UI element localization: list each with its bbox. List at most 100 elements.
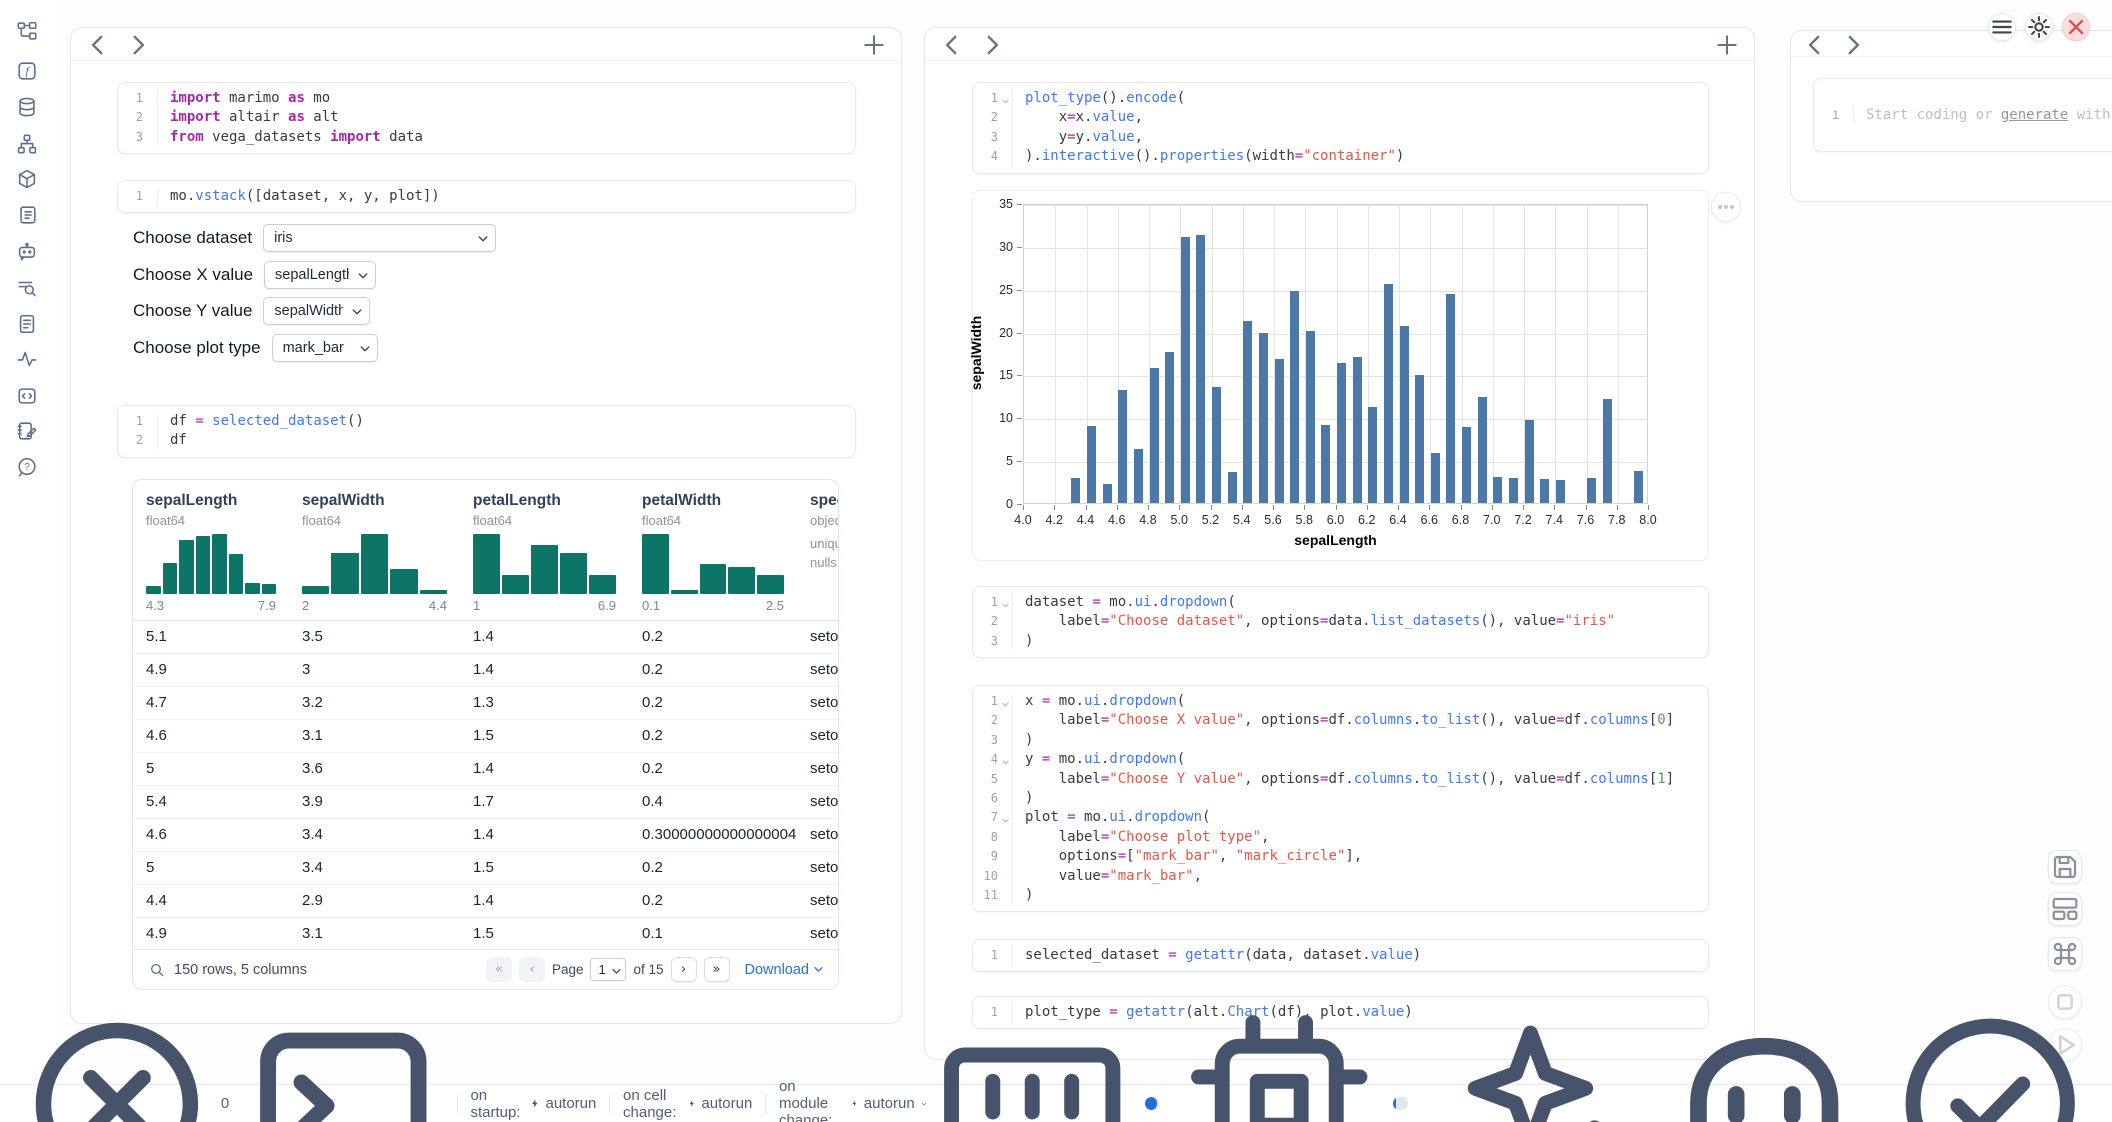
fold-toggle-icon[interactable] [1001,754,1010,763]
code-line: 2 label="Choose dataset", options=data.l… [973,612,1708,631]
fold-toggle-icon[interactable] [1001,696,1010,705]
table-cell: setosa [810,621,838,653]
table-row[interactable]: 53.61.40.2setosa [133,753,838,786]
table-cell: 4.9 [146,654,302,686]
sidebar-item-file-tree[interactable] [13,17,40,44]
column-scroll-left-button[interactable] [1802,32,1828,58]
column-header-petalLength[interactable]: petalLengthfloat6416.9 [473,480,642,620]
connection-status-icon[interactable] [1885,998,2095,1122]
code-cell-dataset[interactable]: 1dataset = mo.ui.dropdown(2 label="Choos… [972,586,1709,658]
gridline [1555,205,1556,503]
column-scroll-left-button[interactable] [85,32,111,58]
table-row[interactable]: 4.63.41.40.30000000000000004setosa [133,819,838,852]
sidebar-item-packages[interactable] [13,165,40,192]
table-row[interactable]: 4.63.11.50.2setosa [133,720,838,753]
dropdown-choose-plot-type: mark_bar [272,334,378,362]
save-button[interactable] [2048,850,2082,884]
column-header-sepalLength[interactable]: sepalLengthfloat644.37.9 [146,480,302,620]
chart-bar [1071,478,1080,503]
code-cell-selected-dataset[interactable]: 1selected_dataset = getattr(data, datase… [972,939,1709,972]
memory-usage-meter[interactable] [1145,1097,1159,1110]
sidebar-item-function[interactable]: f [13,57,40,84]
histogram-bar [671,590,698,594]
sidebar-item-tracing[interactable] [13,345,40,372]
sidebar-item-scroll[interactable] [13,201,40,228]
dropdown-select[interactable]: iris [263,224,496,252]
download-button[interactable]: Download [745,962,825,978]
table-row[interactable]: 4.931.40.2setosa [133,654,838,687]
table-cell: 4.7 [146,687,302,719]
errors-indicator[interactable]: 0 [19,1006,229,1122]
add-cell-button[interactable] [1714,32,1740,58]
dropdown-select[interactable]: mark_bar [272,334,378,362]
table-row[interactable]: 53.41.50.2setosa [133,852,838,885]
table-row[interactable]: 4.73.21.30.2setosa [133,687,838,720]
table-row[interactable]: 4.93.11.50.1setosa [133,918,838,951]
copilot-button[interactable] [1659,998,1869,1122]
column-scroll-right-button[interactable] [1840,32,1866,58]
next-page-button[interactable]: › [671,957,697,982]
column-scroll-left-button[interactable] [939,32,965,58]
runtime-setting-1[interactable]: on startup:autorun [470,1087,596,1121]
settings-button[interactable] [2025,13,2053,41]
ai-sparkles-button[interactable] [1434,998,1644,1122]
fold-toggle-icon[interactable] [1001,597,1010,606]
shutdown-button[interactable] [2062,13,2090,41]
terminal-button[interactable] [243,1003,444,1122]
search-icon[interactable] [149,962,165,978]
bar-chart[interactable] [1023,204,1648,504]
table-row[interactable]: 5.13.51.40.2setosa [133,621,838,654]
page-select[interactable]: 1 [590,958,626,981]
chart-bar [1181,237,1190,503]
sidebar-item-documentation[interactable] [13,310,40,337]
sidebar-item-scratchpad[interactable] [13,417,40,444]
column-header-species[interactable]: speciesobjectuniquenulls: [810,480,838,620]
setting-value: autorun [701,1095,752,1112]
chart-bar [1415,375,1424,503]
code-text: label="Choose dataset", options=data.lis… [1013,612,1615,631]
x-tick-label: 7.4 [1546,513,1563,527]
sidebar-item-snippets[interactable] [13,382,40,409]
code-cell-xyplot[interactable]: 1x = mo.ui.dropdown(2 label="Choose X va… [972,685,1709,912]
runtime-setting-2[interactable]: on cell change:autorun [623,1087,752,1121]
sidebar-item-help[interactable]: ? [13,453,40,480]
fold-toggle-icon[interactable] [1001,812,1010,821]
first-page-button[interactable]: « [486,957,512,982]
histogram-bar [531,545,558,594]
column-scroll-right-button[interactable] [979,32,1005,58]
code-cell-plot[interactable]: 1plot_type().encode(2 x=x.value,3 y=y.va… [972,82,1709,174]
empty-code-cell[interactable]: 1 Start coding or generate with AI [1813,78,2112,152]
column-scroll-right-button[interactable] [125,32,151,58]
table-row[interactable]: 5.43.91.70.4setosa [133,786,838,819]
notebook-menu-button[interactable] [1988,13,2016,41]
column-header-sepalWidth[interactable]: sepalWidthfloat6424.4 [302,480,473,620]
runtime-setting-3[interactable]: on module change:autorun [779,1078,927,1122]
histogram-bar [196,536,211,594]
prev-page-button[interactable]: ‹ [519,957,545,982]
dropdown-select[interactable]: sepalWidth [263,297,370,325]
layout-toggle-button[interactable] [2048,892,2082,926]
code-line: 4).interactive().properties(width="conta… [973,147,1708,166]
cpu-usage-meter[interactable] [1393,1097,1408,1110]
x-tick-label: 6.8 [1452,513,1469,527]
axis-tick [1586,505,1587,510]
y-tick-label: 30 [983,240,1013,254]
table-cell: 3.4 [302,819,473,851]
generate-with-ai-link[interactable]: generate [2001,107,2068,123]
chart-menu-button[interactable] [1711,192,1741,222]
code-cell-df[interactable]: 1df = selected_dataset()2df [117,405,856,458]
code-cell-vstack[interactable]: 1mo.vstack([dataset, x, y, plot]) [117,180,856,213]
sidebar-item-chat-bot[interactable] [13,238,40,265]
sidebar-item-database[interactable] [13,93,40,120]
code-cell-imports[interactable]: 1import marimo as mo2import altair as al… [117,82,856,154]
dropdown-select[interactable]: sepalLength [264,261,376,289]
last-page-button[interactable]: » [704,957,730,982]
add-cell-button[interactable] [861,32,887,58]
column-header-petalWidth[interactable]: petalWidthfloat640.12.5 [642,480,810,620]
histogram-bar [146,586,161,594]
fold-toggle-icon[interactable] [1001,93,1010,102]
command-palette-button[interactable] [2048,937,2082,971]
table-row[interactable]: 4.42.91.40.2setosa [133,885,838,918]
sidebar-item-dependency-graph[interactable] [13,130,40,157]
sidebar-item-logs-search[interactable] [13,274,40,301]
